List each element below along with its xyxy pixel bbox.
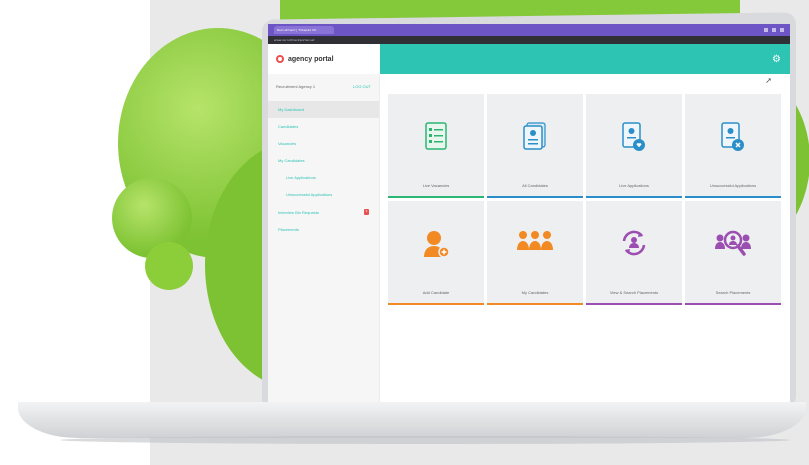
sidebar-item-interview-requests[interactable]: Interview Bin Requests 3: [268, 203, 379, 221]
tile-accent-bar: [685, 196, 781, 198]
sidebar-item-my-candidates[interactable]: My Candidates: [268, 152, 379, 169]
mouse-cursor-icon: ➚: [765, 76, 772, 85]
tile-label: All Candidates: [522, 183, 548, 188]
window-controls: [764, 28, 790, 32]
browser-tab[interactable]: Recruitment | Tribepad UK: [274, 26, 334, 34]
maximize-icon[interactable]: [772, 28, 776, 32]
address-bar[interactable]: www.recruitmentportal.net: [268, 36, 790, 44]
checklist-document-icon: [425, 122, 447, 150]
close-icon[interactable]: [780, 28, 784, 32]
url-text: www.recruitmentportal.net: [274, 38, 315, 42]
tile-accent-bar: [487, 196, 583, 198]
top-bar: ⚙: [380, 44, 790, 74]
tile-label: Search Placements: [715, 290, 751, 295]
search-people-icon: [715, 230, 751, 256]
tile-view-search-placements[interactable]: View & Search Placements: [586, 201, 682, 305]
candidate-documents-icon: [523, 122, 546, 150]
brand[interactable]: agency portal: [268, 44, 380, 74]
laptop-screen: Recruitment | Tribepad UK www.recruitmen…: [268, 24, 790, 404]
sidebar-item-label: Interview Bin Requests: [278, 209, 319, 215]
tile-label: Unsuccessful Applications: [709, 183, 757, 188]
tile-label: Add Candidate: [422, 290, 450, 295]
add-candidate-icon: [424, 231, 450, 258]
app-body: Recruitment Agency 1 LOG OUT My Dashboar…: [268, 74, 790, 404]
team-icon: [517, 231, 553, 250]
tile-unsuccessful-applications[interactable]: Unsuccessful Applications: [685, 94, 781, 198]
brand-name: agency portal: [288, 55, 334, 63]
logout-link[interactable]: LOG OUT: [353, 84, 371, 89]
green-blob: [145, 242, 193, 290]
tile-label: Live Applications: [619, 183, 649, 188]
sidebar-item-label: My Candidates: [278, 158, 305, 163]
laptop-shadow: [60, 436, 790, 444]
application-cross-icon: [721, 122, 744, 151]
sidebar-item-label: Unsuccessful Applications: [286, 192, 333, 197]
tile-accent-bar: [685, 303, 781, 305]
sidebar: Recruitment Agency 1 LOG OUT My Dashboar…: [268, 74, 380, 404]
app-header: agency portal ⚙: [268, 44, 790, 74]
tile-live-vacancies[interactable]: Live Vacancies: [388, 94, 484, 198]
laptop-base: [18, 402, 806, 438]
tile-all-candidates[interactable]: All Candidates: [487, 94, 583, 198]
agency-name: Recruitment Agency 1: [276, 84, 316, 89]
tile-search-placements[interactable]: Search Placements: [685, 201, 781, 305]
tile-live-applications[interactable]: Live Applications: [586, 94, 682, 198]
sidebar-item-live-applications[interactable]: Live Applications: [268, 169, 379, 186]
tile-accent-bar: [586, 196, 682, 198]
dashboard-tiles: Live Vacancies All Candidates Live Appli…: [388, 94, 786, 305]
tile-my-candidates[interactable]: My Candidates: [487, 201, 583, 305]
gear-icon[interactable]: ⚙: [772, 54, 781, 65]
tile-accent-bar: [388, 196, 484, 198]
sidebar-item-label: My Dashboard: [278, 107, 305, 112]
minimize-icon[interactable]: [764, 28, 768, 32]
sidebar-item-dashboard[interactable]: My Dashboard: [268, 101, 379, 118]
sidebar-item-label: Candidates: [278, 124, 299, 129]
sidebar-item-candidates[interactable]: Candidates: [268, 118, 379, 135]
tile-accent-bar: [487, 303, 583, 305]
sidebar-item-placements[interactable]: Placements: [268, 221, 379, 238]
tile-accent-bar: [586, 303, 682, 305]
agency-logo-icon: [276, 55, 284, 63]
dashboard-content: ➚ Live Vacancies All Candidates Live App…: [380, 74, 790, 404]
sidebar-item-label: Live Applications: [286, 175, 316, 180]
browser-tab-bar: Recruitment | Tribepad UK: [268, 24, 790, 36]
tile-label: View & Search Placements: [609, 290, 659, 295]
sidebar-item-label: Placements: [278, 227, 299, 232]
refresh-person-icon: [622, 230, 646, 256]
tile-add-candidate[interactable]: Add Candidate: [388, 201, 484, 305]
tile-label: Live Vacancies: [422, 183, 450, 188]
tile-label: My Candidates: [521, 290, 549, 295]
application-heart-icon: [622, 122, 645, 151]
tile-accent-bar: [388, 303, 484, 305]
sidebar-item-vacancies[interactable]: Vacancies: [268, 135, 379, 152]
notification-badge: 3: [364, 209, 369, 215]
agency-row: Recruitment Agency 1 LOG OUT: [268, 84, 379, 89]
stage: Recruitment | Tribepad UK www.recruitmen…: [0, 0, 809, 465]
sidebar-item-label: Vacancies: [278, 141, 297, 146]
sidebar-item-unsuccessful-applications[interactable]: Unsuccessful Applications: [268, 186, 379, 203]
